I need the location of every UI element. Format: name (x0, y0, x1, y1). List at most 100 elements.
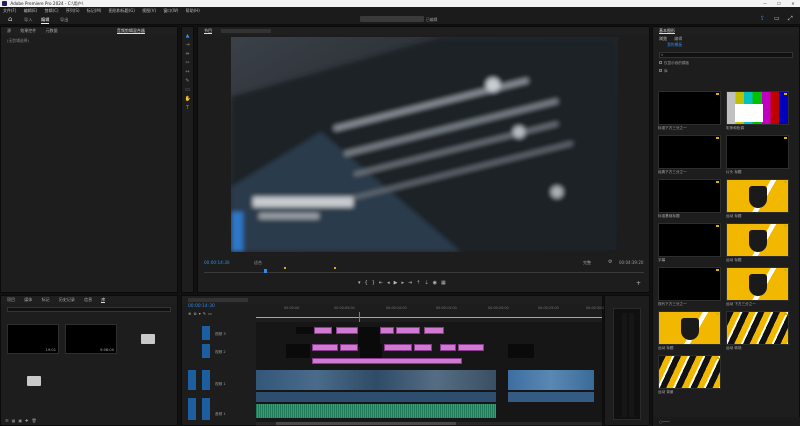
tab-library[interactable]: 库 (101, 297, 106, 303)
tab-edit[interactable]: 编辑 (41, 17, 50, 24)
graphic-clip[interactable] (286, 344, 310, 358)
hand-icon[interactable]: ✋ (185, 96, 191, 102)
template-search-input[interactable]: ⌕ (659, 52, 793, 58)
ripple-edit-icon[interactable]: ⇹ (185, 51, 191, 57)
tab-info[interactable]: 信息 (84, 297, 92, 302)
source-patch-v1[interactable] (188, 370, 196, 390)
video-clip[interactable] (256, 370, 496, 390)
go-to-out-icon[interactable]: ⇥ (408, 280, 416, 286)
template-card[interactable]: 运动 标题 (658, 311, 721, 353)
tab-import[interactable]: 导入 (24, 17, 32, 23)
graphic-clip[interactable] (312, 344, 338, 351)
menu-view[interactable]: 视图(V) (139, 7, 159, 14)
timeline-timecode[interactable]: 00:00:14:30 (188, 304, 215, 309)
graphic-clip[interactable] (384, 344, 412, 351)
sequence-tab[interactable] (188, 298, 248, 302)
tab-audio-clip-mixer[interactable]: 音频剪辑混合器 (116, 28, 145, 34)
menu-sequence[interactable]: 序列(S) (63, 7, 83, 14)
project-item-thumbnail[interactable]: 9:08:00 (65, 324, 117, 354)
timeline-scrollbar[interactable] (256, 422, 602, 425)
graphic-clip[interactable] (336, 327, 358, 334)
razor-icon[interactable]: ✂ (185, 60, 191, 66)
type-tool-icon[interactable]: T (185, 105, 191, 111)
template-card[interactable]: 标准下方三分之一 (658, 91, 721, 133)
menu-clip[interactable]: 剪辑(C) (42, 7, 62, 14)
source-patch-a1[interactable] (188, 398, 196, 420)
menu-marker[interactable]: 标记(M) (84, 7, 105, 14)
menu-help[interactable]: 帮助(H) (183, 7, 203, 14)
tab-browse[interactable]: 浏览 (659, 36, 667, 41)
extract-icon[interactable]: ⇣ (424, 280, 432, 286)
minimize-button[interactable]: — (758, 0, 772, 7)
export-frame-icon[interactable]: ◉ (433, 280, 441, 286)
share-icon[interactable]: ⇪ (760, 15, 765, 22)
pen-icon[interactable]: ✎ (185, 78, 191, 84)
fit-dropdown[interactable]: 适合 (254, 260, 262, 266)
program-scrubber[interactable] (204, 267, 644, 273)
go-to-in-icon[interactable]: ⇤ (379, 280, 387, 286)
tracks-area[interactable] (256, 322, 602, 426)
folder-icon[interactable] (141, 334, 155, 344)
menu-graphics[interactable]: 图形和标题(G) (106, 7, 138, 14)
template-card[interactable]: 标准基础标题 (658, 179, 721, 221)
track-target-v1[interactable] (202, 370, 210, 390)
template-card[interactable]: 片头 标题 (726, 135, 789, 177)
template-card[interactable]: 现代下方三分之一 (658, 267, 721, 309)
tab-source[interactable]: 源 (7, 28, 11, 33)
track-select-icon[interactable]: ⇥ (185, 42, 191, 48)
tab-markers[interactable]: 标记 (42, 297, 50, 302)
graphic-clip[interactable] (458, 344, 484, 351)
mark-out-icon[interactable]: } (372, 280, 379, 286)
track-target-a1[interactable] (202, 398, 210, 420)
menu-window[interactable]: 窗口(W) (160, 7, 181, 14)
template-card[interactable]: 运动 标题 (726, 223, 789, 265)
template-card[interactable]: 运动 标题 (726, 179, 789, 221)
graphic-clip[interactable] (414, 344, 432, 351)
template-card[interactable]: 运动 下方三分之一 (726, 267, 789, 309)
tab-effect-controls[interactable]: 效果控件 (20, 28, 36, 33)
template-card[interactable]: 彩条和色调 (726, 91, 789, 133)
add-button-icon[interactable]: + (636, 280, 641, 287)
project-item-thumbnail[interactable]: 19:01 (7, 324, 59, 354)
track-target-v2[interactable] (202, 344, 210, 358)
folder-icon[interactable] (27, 376, 41, 386)
tab-export[interactable]: 导出 (60, 17, 68, 23)
comparison-view-icon[interactable]: ▦ (441, 280, 450, 286)
template-card[interactable]: 运动 背景 (658, 355, 721, 397)
graphic-clip[interactable] (360, 344, 382, 358)
tab-program[interactable]: 节目 (204, 28, 212, 34)
audio-clip[interactable] (256, 392, 496, 402)
library-checkbox[interactable]: 库 (659, 69, 793, 74)
slip-icon[interactable]: ↔ (185, 69, 191, 75)
timeline-ruler[interactable]: 00:00:00 00:00:05:00 00:00:10:00 00:00:1… (256, 304, 607, 318)
track-target-v3[interactable] (202, 326, 210, 340)
graphic-clip[interactable] (424, 327, 444, 334)
only-my-templates-checkbox[interactable]: 仅显示我的模板 (659, 61, 793, 66)
list-view-icon[interactable]: ☰ (5, 418, 12, 423)
program-timecode[interactable]: 00:00:14:30 (204, 260, 230, 265)
fullscreen-icon[interactable]: ⤢ (788, 15, 793, 23)
mark-in-icon[interactable]: { (365, 280, 372, 286)
graphic-clip[interactable] (508, 344, 534, 358)
quick-export-icon[interactable]: ▭ (774, 15, 780, 22)
captions-icon[interactable]: ▭ (208, 311, 214, 316)
audio-waveform-clip[interactable] (256, 404, 496, 418)
scrollbar-thumb[interactable] (276, 422, 456, 425)
tab-project[interactable]: 项目 (7, 297, 15, 302)
graphic-clip[interactable] (340, 344, 358, 351)
quality-dropdown[interactable]: 完整 (583, 260, 591, 266)
graphic-clip[interactable] (440, 344, 456, 351)
tab-history[interactable]: 历史记录 (59, 297, 75, 302)
menu-edit[interactable]: 编辑(E) (21, 7, 41, 14)
zoom-slider-icon[interactable]: ○─── (659, 419, 670, 424)
tab-edit-graphics[interactable]: 编辑 (674, 36, 682, 41)
template-card[interactable]: 经典下方三分之一 (658, 135, 721, 177)
close-button[interactable]: ✕ (786, 0, 800, 7)
tab-metadata[interactable]: 元数据 (46, 28, 58, 33)
video-clip[interactable] (508, 370, 594, 390)
graphic-clip[interactable] (314, 327, 332, 334)
wrench-icon[interactable]: ⚙ (608, 259, 612, 265)
project-search-input[interactable] (7, 307, 171, 312)
my-templates-tab[interactable]: 我的模板 (667, 42, 697, 48)
graphic-clip[interactable] (396, 327, 420, 334)
